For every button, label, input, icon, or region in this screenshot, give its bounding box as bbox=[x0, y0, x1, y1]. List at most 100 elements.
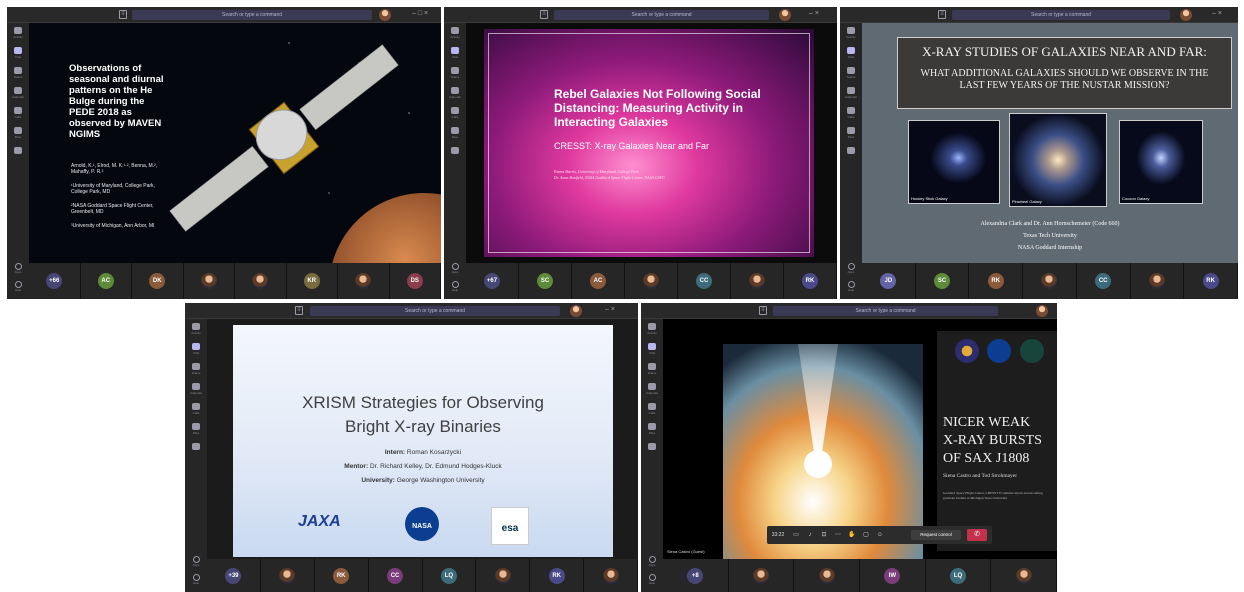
rail-item-more[interactable]: ... bbox=[844, 147, 858, 163]
rail-item-chat[interactable]: Chat bbox=[645, 343, 659, 359]
participant-tile[interactable]: DS bbox=[389, 263, 441, 299]
participant-tile[interactable] bbox=[338, 263, 390, 299]
user-avatar[interactable] bbox=[379, 9, 391, 21]
rail-item-help[interactable]: Help bbox=[646, 574, 658, 588]
search-input[interactable]: Search or type a command bbox=[132, 10, 372, 20]
rail-item-calls[interactable]: Calls bbox=[11, 107, 25, 123]
participant-tile[interactable] bbox=[794, 559, 860, 592]
rail-item-calls[interactable]: Calls bbox=[645, 403, 659, 419]
window-controls[interactable]: – □ × bbox=[412, 10, 428, 17]
participant-tile[interactable]: +39 bbox=[207, 559, 261, 592]
rail-item-activity[interactable]: Activity bbox=[645, 323, 659, 339]
participant-tile[interactable]: JD bbox=[862, 263, 916, 299]
rail-item-apps[interactable]: Apps bbox=[12, 263, 24, 277]
rail-item-apps[interactable]: Apps bbox=[190, 556, 202, 570]
participant-tile[interactable]: +67 bbox=[466, 263, 519, 299]
teams-compose-icon[interactable]: ≡ bbox=[759, 306, 767, 315]
rail-item-teams[interactable]: Teams bbox=[11, 67, 25, 83]
rail-item-apps[interactable]: Apps bbox=[646, 556, 658, 570]
search-input[interactable]: Search or type a command bbox=[952, 10, 1170, 20]
participant-tile[interactable] bbox=[625, 263, 678, 299]
participant-tile[interactable]: CC bbox=[368, 559, 423, 592]
participant-tile[interactable]: RK bbox=[530, 559, 585, 592]
rail-item-files[interactable]: Files bbox=[448, 127, 462, 143]
chat-icon[interactable]: ▢ bbox=[861, 531, 871, 539]
participant-tile[interactable]: LQ bbox=[422, 559, 477, 592]
participant-tile[interactable]: AC bbox=[80, 263, 132, 299]
user-avatar[interactable] bbox=[570, 305, 582, 317]
teams-compose-icon[interactable]: ≡ bbox=[119, 10, 127, 19]
rail-item-calendar[interactable]: Calendar bbox=[844, 87, 858, 103]
participant-tile[interactable] bbox=[991, 559, 1057, 592]
rail-item-activity[interactable]: Activity bbox=[844, 27, 858, 43]
rail-item-calls[interactable]: Calls bbox=[189, 403, 203, 419]
rail-item-calendar[interactable]: Calendar bbox=[189, 383, 203, 399]
teams-compose-icon[interactable]: ≡ bbox=[540, 10, 548, 19]
participant-tile[interactable]: IW bbox=[860, 559, 926, 592]
rail-item-files[interactable]: Files bbox=[645, 423, 659, 439]
more-options-icon[interactable]: ⋯ bbox=[833, 531, 843, 539]
rail-item-apps[interactable]: Apps bbox=[449, 263, 461, 277]
participant-tile[interactable]: CC bbox=[678, 263, 731, 299]
participant-tile[interactable]: LQ bbox=[925, 559, 992, 592]
window-controls[interactable]: – × bbox=[1212, 10, 1222, 17]
rail-item-chat[interactable]: Chat bbox=[844, 47, 858, 63]
rail-item-calls[interactable]: Calls bbox=[448, 107, 462, 123]
rail-item-more[interactable]: ... bbox=[11, 147, 25, 163]
participant-tile[interactable] bbox=[183, 263, 235, 299]
rail-item-help[interactable]: Help bbox=[12, 281, 24, 295]
rail-item-calendar[interactable]: Calendar bbox=[11, 87, 25, 103]
camera-icon[interactable]: ▭ bbox=[791, 531, 801, 539]
teams-compose-icon[interactable]: ≡ bbox=[938, 10, 946, 19]
participant-tile[interactable] bbox=[476, 559, 531, 592]
rail-item-more[interactable]: ... bbox=[645, 443, 659, 459]
rail-item-more[interactable]: ... bbox=[448, 147, 462, 163]
rail-item-help[interactable]: Help bbox=[845, 281, 857, 295]
share-screen-icon[interactable]: ⊡ bbox=[819, 531, 829, 539]
participants-icon[interactable]: ☺ bbox=[875, 531, 885, 539]
rail-item-calendar[interactable]: Calendar bbox=[448, 87, 462, 103]
rail-item-activity[interactable]: Activity bbox=[11, 27, 25, 43]
rail-item-teams[interactable]: Teams bbox=[844, 67, 858, 83]
participant-tile[interactable]: SC bbox=[915, 263, 970, 299]
microphone-icon[interactable]: ♪ bbox=[805, 531, 815, 539]
rail-item-help[interactable]: Help bbox=[449, 281, 461, 295]
raise-hand-icon[interactable]: ✋ bbox=[847, 531, 857, 539]
window-controls[interactable]: – × bbox=[605, 306, 615, 313]
rail-item-activity[interactable]: Activity bbox=[189, 323, 203, 339]
rail-item-teams[interactable]: Teams bbox=[189, 363, 203, 379]
rail-item-files[interactable]: Files bbox=[189, 423, 203, 439]
search-input[interactable]: Search or type a command bbox=[310, 306, 560, 316]
participant-tile[interactable] bbox=[1130, 263, 1185, 299]
rail-item-chat[interactable]: Chat bbox=[189, 343, 203, 359]
participant-tile[interactable]: RK bbox=[314, 559, 369, 592]
participant-tile[interactable] bbox=[260, 559, 315, 592]
rail-item-chat[interactable]: Chat bbox=[448, 47, 462, 63]
teams-compose-icon[interactable]: ≡ bbox=[295, 306, 303, 315]
participant-tile[interactable]: +8 bbox=[663, 559, 729, 592]
participant-tile[interactable]: CC bbox=[1076, 263, 1131, 299]
participant-tile[interactable]: +66 bbox=[29, 263, 81, 299]
search-input[interactable]: Search or type a command bbox=[773, 306, 998, 316]
hang-up-button[interactable]: ✆ bbox=[967, 529, 987, 541]
rail-item-activity[interactable]: Activity bbox=[448, 27, 462, 43]
participant-tile[interactable]: RK bbox=[784, 263, 837, 299]
participant-tile[interactable]: SC bbox=[519, 263, 572, 299]
rail-item-chat[interactable]: Chat bbox=[11, 47, 25, 63]
rail-item-calls[interactable]: Calls bbox=[844, 107, 858, 123]
rail-item-files[interactable]: Files bbox=[11, 127, 25, 143]
user-avatar[interactable] bbox=[779, 9, 791, 21]
participant-tile[interactable] bbox=[235, 263, 287, 299]
search-input[interactable]: Search or type a command bbox=[554, 10, 769, 20]
rail-item-teams[interactable]: Teams bbox=[645, 363, 659, 379]
rail-item-files[interactable]: Files bbox=[844, 127, 858, 143]
participant-tile[interactable] bbox=[728, 559, 795, 592]
participant-tile[interactable]: RK bbox=[969, 263, 1024, 299]
participant-tile[interactable] bbox=[731, 263, 784, 299]
rail-item-help[interactable]: Help bbox=[190, 574, 202, 588]
window-controls[interactable]: – × bbox=[809, 10, 819, 17]
rail-item-more[interactable]: ... bbox=[189, 443, 203, 459]
user-avatar[interactable] bbox=[1180, 9, 1192, 21]
participant-tile[interactable]: RK bbox=[1184, 263, 1238, 299]
participant-tile[interactable] bbox=[1023, 263, 1077, 299]
